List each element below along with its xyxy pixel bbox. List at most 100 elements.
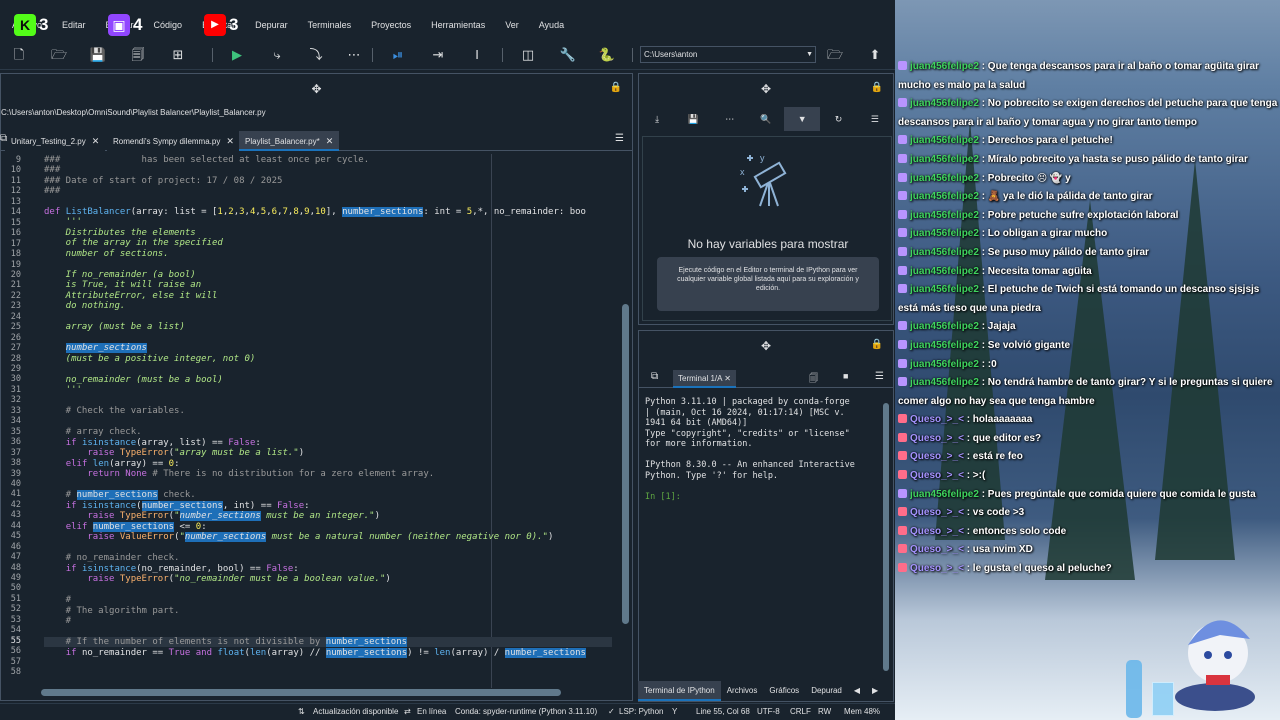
menu-herramientas[interactable]: Herramientas: [423, 20, 493, 30]
close-icon[interactable]: ✕: [226, 136, 234, 146]
platform-badge-icon: [898, 432, 907, 442]
chevron-right-icon[interactable]: ▶: [866, 681, 884, 701]
maximize-pane-icon[interactable]: ◫: [519, 46, 537, 64]
tab-playlist-balancer[interactable]: Playlist_Balancer.py* ✕: [239, 131, 340, 151]
console-scrollbar[interactable]: [883, 403, 889, 671]
open-folder-icon[interactable]: 🗁: [50, 46, 68, 64]
chat-text: : Pobrecito 😣 👻 y: [978, 172, 1071, 184]
status-lsp[interactable]: LSP: Python: [619, 707, 663, 716]
editor-tab-bar: Unitary_Testing_2.py ✕ Romendi's Sympy di…: [0, 129, 632, 151]
chat-message: Queso_>_< : >:(: [898, 467, 1280, 486]
parent-directory-icon[interactable]: ⬆: [866, 46, 884, 64]
line-number: 28: [10, 353, 21, 364]
python-path-icon[interactable]: 🐍: [598, 46, 616, 64]
status-update[interactable]: Actualización disponible: [313, 707, 398, 716]
debug-cell-icon[interactable]: ⇥: [429, 46, 447, 64]
copy-icon[interactable]: 🗐: [809, 371, 818, 387]
move-icon[interactable]: ✥: [761, 339, 771, 353]
close-icon[interactable]: ✕: [326, 136, 334, 146]
chat-message: juan456felipe2 : Pues pregúntale que com…: [898, 486, 1280, 505]
browse-folder-icon[interactable]: 🗁: [826, 46, 844, 64]
line-number: 32: [10, 395, 21, 406]
tab-files[interactable]: Archivos: [721, 681, 764, 701]
editor-dock-handle[interactable]: ✥ 🔒: [1, 74, 632, 104]
menu-ver[interactable]: Ver: [497, 20, 527, 30]
line-number: 17: [10, 238, 21, 249]
varex-dock-handle[interactable]: ✥ 🔒: [639, 74, 893, 104]
code-line: # array check.: [44, 427, 142, 437]
menu-proyectos[interactable]: Proyectos: [363, 20, 419, 30]
tab-sympy-dilemma[interactable]: Romendi's Sympy dilemma.py ✕: [107, 131, 240, 151]
browse-tabs-icon[interactable]: ⧉: [651, 371, 658, 382]
chat-text: : vs code >3: [963, 507, 1025, 519]
more-icon[interactable]: ⋯: [712, 114, 748, 125]
chevron-down-icon[interactable]: ▼: [806, 47, 813, 62]
platform-badge-icon: [898, 339, 907, 349]
debug-icon[interactable]: ⏯: [389, 46, 407, 64]
console-output[interactable]: Python 3.11.10 | packaged by conda-forge…: [645, 397, 881, 502]
new-cell-icon[interactable]: ⊞: [169, 46, 187, 64]
filter-icon[interactable]: ▼: [784, 107, 821, 131]
menu-ayuda[interactable]: Ayuda: [531, 20, 572, 30]
chat-message: juan456felipe2 : 🧸 ya le dió la pálida d…: [898, 188, 1280, 207]
lock-icon[interactable]: 🔒: [871, 339, 883, 350]
chat-username: Queso_>_<: [910, 563, 964, 575]
line-number: 37: [10, 447, 21, 458]
tab-label: Playlist_Balancer.py*: [245, 137, 320, 146]
platform-badge-icon: [898, 488, 907, 498]
save-data-icon[interactable]: 💾: [675, 114, 711, 125]
chat-username: juan456felipe2: [910, 209, 979, 221]
close-icon[interactable]: ✕: [92, 136, 100, 146]
chat-username: Queso_>_<: [910, 507, 964, 519]
tab-terminal-1a[interactable]: Terminal 1/A ✕: [673, 370, 736, 388]
options-menu-icon[interactable]: ☰: [875, 371, 884, 382]
editor-vertical-scrollbar[interactable]: [621, 154, 630, 674]
run-icon[interactable]: ▶: [228, 46, 246, 64]
scrollbar-thumb[interactable]: [622, 304, 629, 624]
chevron-left-icon[interactable]: ◀: [848, 681, 866, 701]
menu-terminales[interactable]: Terminales: [300, 20, 360, 30]
status-conda[interactable]: Conda: spyder-runtime (Python 3.11.10): [455, 707, 597, 716]
step-icon[interactable]: I: [468, 46, 486, 64]
chat-username: juan456felipe2: [910, 265, 979, 277]
platform-badge-icon: [898, 451, 907, 461]
lock-icon[interactable]: 🔒: [871, 82, 883, 93]
line-number: 21: [10, 280, 21, 291]
chat-text: : Pues pregúntale que comida quiere que …: [978, 488, 1256, 500]
tab-unitary-testing[interactable]: Unitary_Testing_2.py ✕: [5, 131, 106, 151]
browse-tabs-icon[interactable]: ⧉: [0, 133, 7, 144]
tab-label: Terminal 1/A: [678, 374, 723, 383]
save-icon[interactable]: 💾: [89, 46, 107, 64]
status-position: Line 55, Col 68: [696, 707, 750, 716]
chat-username: juan456felipe2: [910, 358, 979, 370]
line-number: 58: [10, 667, 21, 678]
tab-debugger[interactable]: Depurad: [805, 681, 848, 701]
code-editor[interactable]: 9 10 11 12 13 14 15 16 17 18 19 20 21 22 23 24 25 26 27 28 2…: [1, 154, 617, 688]
close-icon[interactable]: ✕: [724, 374, 731, 383]
platform-badge-icon: [898, 321, 907, 331]
preferences-wrench-icon[interactable]: 🔧: [559, 46, 577, 64]
options-menu-icon[interactable]: ☰: [615, 133, 624, 144]
new-file-icon[interactable]: 🗋: [10, 46, 28, 64]
save-all-icon[interactable]: 🗐: [129, 46, 147, 64]
refresh-icon[interactable]: ↻: [820, 114, 856, 125]
code-line: # Check the variables.: [44, 406, 185, 416]
stop-icon[interactable]: ■: [843, 371, 848, 381]
move-icon[interactable]: ✥: [311, 82, 321, 96]
run-cell-icon[interactable]: ⤷: [268, 46, 286, 64]
move-icon[interactable]: ✥: [761, 82, 771, 96]
run-cell-advance-icon[interactable]: ⤵: [307, 46, 325, 64]
search-icon[interactable]: 🔍: [748, 114, 784, 125]
import-data-icon[interactable]: ⤓: [639, 114, 675, 125]
chat-message: Queso_>_< : vs code >3: [898, 504, 1280, 523]
working-directory-field[interactable]: C:\Users\anton ▼: [640, 46, 816, 63]
tab-plots[interactable]: Gráficos: [763, 681, 805, 701]
console-dock-handle[interactable]: ✥ 🔒: [639, 331, 893, 361]
online-icon: ⇄: [404, 707, 411, 716]
options-menu-icon[interactable]: ☰: [857, 114, 893, 125]
editor-horizontal-scrollbar[interactable]: [41, 689, 561, 696]
lock-icon[interactable]: 🔒: [610, 82, 622, 93]
line-number: 9: [15, 155, 21, 165]
tab-ipython-terminal[interactable]: Terminal de IPython: [638, 681, 721, 701]
run-selection-icon[interactable]: ⋯: [345, 46, 363, 64]
